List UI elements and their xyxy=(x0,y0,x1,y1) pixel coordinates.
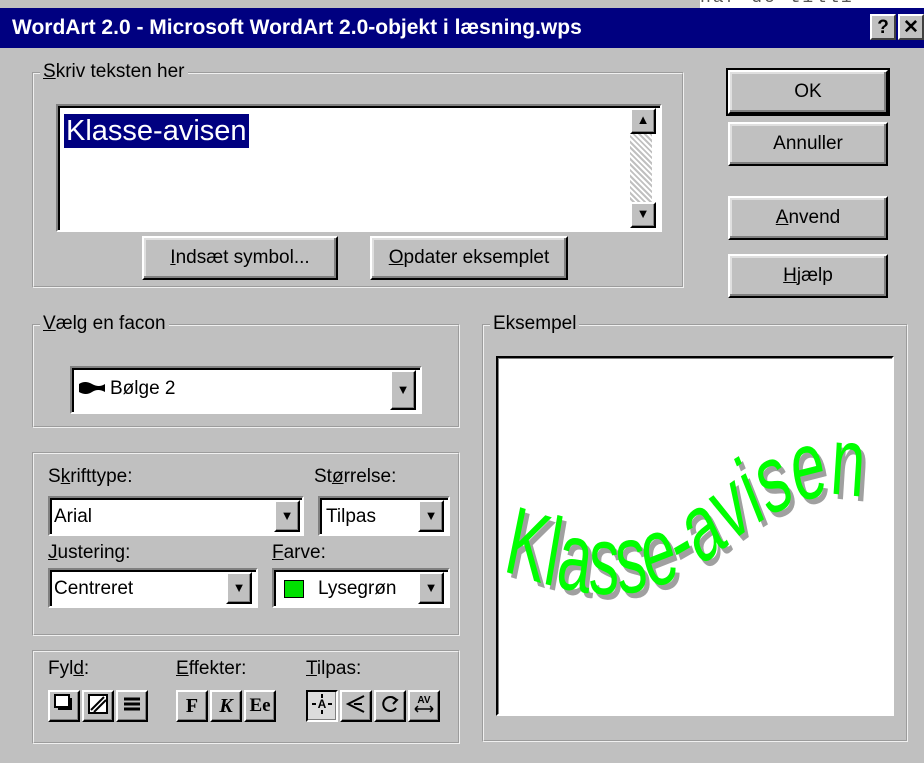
alignment-dropdown-arrow[interactable]: ▼ xyxy=(226,572,252,604)
close-title-button[interactable]: ✕ xyxy=(898,14,924,40)
font-label: Skrifttype: xyxy=(48,466,133,487)
size-value: Tilpas xyxy=(326,506,376,527)
italic-icon[interactable]: K xyxy=(210,690,242,722)
svg-text:A: A xyxy=(318,697,327,711)
apply-button[interactable]: Anvend xyxy=(728,196,888,240)
align-icon[interactable] xyxy=(340,690,372,722)
spacing-icon[interactable]: AV xyxy=(408,690,440,722)
wave-shape-icon xyxy=(78,378,106,394)
color-value: Lysegrøn xyxy=(318,578,397,599)
alignment-value: Centreret xyxy=(54,578,134,599)
size-label: Størrelse: xyxy=(314,466,397,487)
lines-icon[interactable] xyxy=(116,690,148,722)
fit-label: Tilpas: xyxy=(306,658,362,679)
insert-symbol-button[interactable]: Indsæt symbol... xyxy=(142,236,338,280)
scroll-down-button[interactable]: ▼ xyxy=(630,202,656,228)
preview-canvas: Klasse-avisen Klasse-avisen xyxy=(496,356,894,716)
shadow-icon[interactable] xyxy=(48,690,80,722)
shape-value: Bølge 2 xyxy=(110,378,176,399)
font-dropdown-arrow[interactable]: ▼ xyxy=(274,500,300,532)
title-bar[interactable]: WordArt 2.0 - Microsoft WordArt 2.0-obje… xyxy=(0,8,924,48)
text-entry-value: Klasse-avisen xyxy=(64,114,249,148)
preview-legend: Eksempel xyxy=(490,314,580,334)
text-entry-legend: Skriv teksten her xyxy=(40,62,188,82)
pattern-icon[interactable] xyxy=(82,690,114,722)
font-value: Arial xyxy=(54,506,93,527)
rotate-icon[interactable] xyxy=(374,690,406,722)
update-preview-button[interactable]: Opdater eksemplet xyxy=(370,236,568,280)
stretch-icon[interactable]: A xyxy=(306,690,338,722)
color-swatch xyxy=(284,580,304,598)
color-dropdown[interactable]: Lysegrøn ▼ xyxy=(272,568,450,608)
help-button[interactable]: Hjælp xyxy=(728,254,888,298)
text-entry-box[interactable]: Klasse-avisen ▲ ▼ xyxy=(56,104,662,232)
svg-text:AV: AV xyxy=(417,695,430,706)
fill-label: Fyld: xyxy=(48,658,90,679)
size-dropdown-arrow[interactable]: ▼ xyxy=(418,500,444,532)
window-title: WordArt 2.0 - Microsoft WordArt 2.0-obje… xyxy=(12,16,582,39)
color-dropdown-arrow[interactable]: ▼ xyxy=(418,572,444,604)
scroll-up-button[interactable]: ▲ xyxy=(630,108,656,134)
help-title-button[interactable]: ? xyxy=(870,14,896,40)
shape-dropdown[interactable]: Bølge 2 ▼ xyxy=(70,366,422,414)
preview-wordart: Klasse-avisen Klasse-avisen xyxy=(498,405,873,620)
color-label: Farve: xyxy=(272,542,326,563)
font-dropdown[interactable]: Arial ▼ xyxy=(48,496,304,536)
bold-icon[interactable]: F xyxy=(176,690,208,722)
even-height-icon[interactable]: Ee xyxy=(244,690,276,722)
ok-button[interactable]: OK xyxy=(726,68,890,116)
shape-dropdown-arrow[interactable]: ▼ xyxy=(390,370,416,410)
cancel-button[interactable]: Annuller xyxy=(728,122,888,166)
alignment-label: Justering: xyxy=(48,542,131,563)
size-dropdown[interactable]: Tilpas ▼ xyxy=(318,496,450,536)
effects-label: Effekter: xyxy=(176,658,247,679)
alignment-dropdown[interactable]: Centreret ▼ xyxy=(48,568,258,608)
shape-legend: Vælg en facon xyxy=(40,314,169,334)
